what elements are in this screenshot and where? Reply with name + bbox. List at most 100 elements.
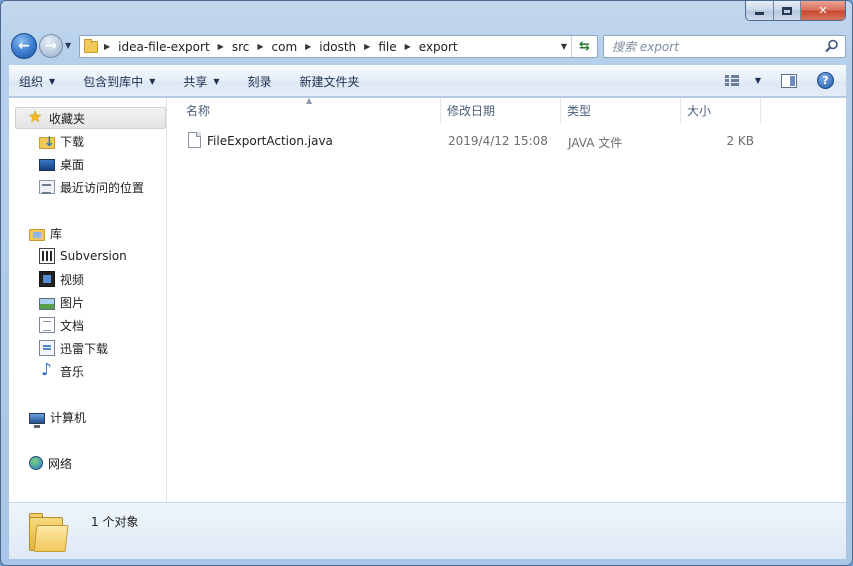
- sidebar-item-network[interactable]: 网络: [29, 452, 72, 474]
- sidebar-item-recent-places[interactable]: 最近访问的位置: [39, 176, 144, 198]
- help-icon[interactable]: ?: [817, 72, 834, 89]
- preview-pane-icon[interactable]: [781, 73, 797, 88]
- sidebar-item-libraries[interactable]: 库: [29, 222, 62, 244]
- explorer-window: ✕ ← → ▼ ▶ idea-file-export ▶ src ▶ com ▶…: [0, 0, 853, 566]
- burn-button[interactable]: 刻录: [248, 73, 272, 90]
- computer-icon: [29, 412, 45, 428]
- minimize-button[interactable]: [746, 1, 773, 20]
- java-file-icon: [188, 132, 201, 148]
- share-label: 共享: [183, 74, 208, 89]
- new-folder-button[interactable]: 新建文件夹: [300, 73, 360, 90]
- details-pane: 1 个对象: [9, 502, 846, 559]
- breadcrumb-separator-icon[interactable]: ▶: [305, 42, 311, 51]
- subversion-icon: [39, 248, 55, 264]
- close-button[interactable]: ✕: [800, 1, 845, 20]
- sidebar-item-label: 计算机: [50, 410, 87, 425]
- sort-ascending-icon: ▲: [306, 96, 313, 105]
- share-menu[interactable]: 共享 ▼: [183, 73, 219, 90]
- forward-button[interactable]: →: [39, 34, 63, 58]
- toolbar-right: ▼ ?: [724, 72, 834, 89]
- search-icon[interactable]: [825, 39, 839, 53]
- recent-pages-dropdown[interactable]: ▼: [65, 41, 71, 50]
- minimize-icon: [755, 12, 764, 15]
- maximize-icon: [782, 6, 792, 15]
- recent-places-icon: [39, 180, 55, 194]
- search-input[interactable]: 搜索 export: [603, 35, 846, 58]
- breadcrumb-idosth[interactable]: idosth: [319, 40, 356, 54]
- item-count: 1 个对象: [91, 515, 139, 529]
- sidebar-item-pictures[interactable]: 图片: [39, 291, 84, 313]
- video-icon: [39, 271, 55, 287]
- address-dropdown-icon[interactable]: ▼: [561, 42, 567, 51]
- breadcrumb-src[interactable]: src: [232, 40, 250, 54]
- sidebar-item-label: 下载: [60, 134, 85, 149]
- library-icon: [29, 229, 45, 241]
- breadcrumb-separator-icon[interactable]: ▶: [405, 42, 411, 51]
- file-name: FileExportAction.java: [207, 134, 333, 148]
- sidebar-item-documents[interactable]: 文档: [39, 314, 84, 336]
- column-header-size[interactable]: 大小: [681, 98, 761, 123]
- chevron-down-icon: ▼: [213, 76, 220, 86]
- forward-arrow-icon: →: [45, 38, 57, 54]
- breadcrumb-export[interactable]: export: [419, 40, 458, 54]
- sidebar-item-label: 最近访问的位置: [60, 180, 145, 195]
- maximize-button[interactable]: [773, 1, 800, 20]
- sidebar-item-label: 网络: [48, 456, 73, 471]
- breadcrumb-separator-icon[interactable]: ▶: [104, 42, 110, 51]
- document-icon: [39, 317, 55, 333]
- sidebar-item-subversion[interactable]: Subversion: [39, 245, 127, 267]
- command-bar: 组织 ▼ 包含到库中 ▼ 共享 ▼ 刻录 新建文件夹 ▼ ?: [9, 65, 846, 97]
- search-placeholder: 搜索 export: [612, 40, 679, 54]
- content-area: 收藏夹 下载 桌面 最近访问的位置 库 Subversion: [9, 96, 846, 502]
- organize-menu[interactable]: 组织 ▼: [19, 73, 55, 90]
- column-header-name[interactable]: ▲ 名称: [168, 96, 441, 123]
- file-type: JAVA 文件: [568, 136, 623, 150]
- refresh-button[interactable]: ⇆: [571, 36, 597, 57]
- back-button[interactable]: ←: [11, 33, 37, 59]
- chevron-down-icon: ▼: [49, 76, 56, 86]
- breadcrumb-separator-icon[interactable]: ▶: [218, 42, 224, 51]
- breadcrumb-idea-file-export[interactable]: idea-file-export: [118, 40, 210, 54]
- file-list: ▲ 名称 修改日期 类型 大小 FileExportAction.java 20…: [168, 96, 846, 502]
- picture-icon: [39, 298, 55, 310]
- address-bar[interactable]: ▶ idea-file-export ▶ src ▶ com ▶ idosth …: [79, 35, 598, 58]
- download-folder-icon: [39, 135, 55, 150]
- change-view-icon[interactable]: [724, 74, 741, 87]
- file-size: 2 KB: [726, 134, 754, 148]
- sidebar-item-favorites[interactable]: 收藏夹: [15, 107, 166, 129]
- table-row[interactable]: FileExportAction.java 2019/4/12 15:08 JA…: [186, 131, 786, 151]
- sidebar-item-label: 视频: [60, 272, 85, 287]
- breadcrumb-separator-icon[interactable]: ▶: [257, 42, 263, 51]
- sidebar-item-label: 文档: [60, 318, 85, 333]
- sidebar-item-label: 库: [50, 226, 63, 241]
- include-in-library-menu[interactable]: 包含到库中 ▼: [83, 73, 155, 90]
- organize-label: 组织: [19, 74, 44, 89]
- sidebar-item-videos[interactable]: 视频: [39, 268, 84, 290]
- breadcrumb-file[interactable]: file: [378, 40, 396, 54]
- breadcrumb-separator-icon[interactable]: ▶: [364, 42, 370, 51]
- column-header-type[interactable]: 类型: [561, 98, 681, 123]
- close-icon: ✕: [818, 4, 828, 17]
- sidebar-item-downloads[interactable]: 下载: [39, 130, 84, 152]
- sidebar-item-label: 迅雷下载: [60, 341, 109, 356]
- sidebar-item-label: 音乐: [60, 364, 85, 379]
- sidebar-item-thunder-downloads[interactable]: 迅雷下载: [39, 337, 108, 359]
- views-dropdown-icon[interactable]: ▼: [755, 76, 761, 85]
- include-in-library-label: 包含到库中: [83, 74, 144, 89]
- new-folder-label: 新建文件夹: [299, 74, 360, 89]
- sidebar-item-music[interactable]: 音乐: [39, 360, 84, 382]
- column-header-modified[interactable]: 修改日期: [441, 98, 561, 123]
- star-icon: [28, 109, 44, 126]
- sidebar-item-desktop[interactable]: 桌面: [39, 153, 84, 175]
- sidebar-item-computer[interactable]: 计算机: [29, 406, 86, 428]
- navigation-pane: 收藏夹 下载 桌面 最近访问的位置 库 Subversion: [9, 98, 167, 502]
- desktop-icon: [39, 159, 55, 171]
- column-header-label: 名称: [186, 104, 211, 118]
- column-header-label: 大小: [687, 104, 712, 118]
- sidebar-item-label: Subversion: [60, 249, 127, 263]
- network-icon: [29, 456, 43, 470]
- breadcrumb-com[interactable]: com: [272, 40, 298, 54]
- sidebar-item-label: 收藏夹: [49, 111, 86, 126]
- burn-label: 刻录: [247, 74, 272, 89]
- thunder-download-icon: [39, 340, 55, 356]
